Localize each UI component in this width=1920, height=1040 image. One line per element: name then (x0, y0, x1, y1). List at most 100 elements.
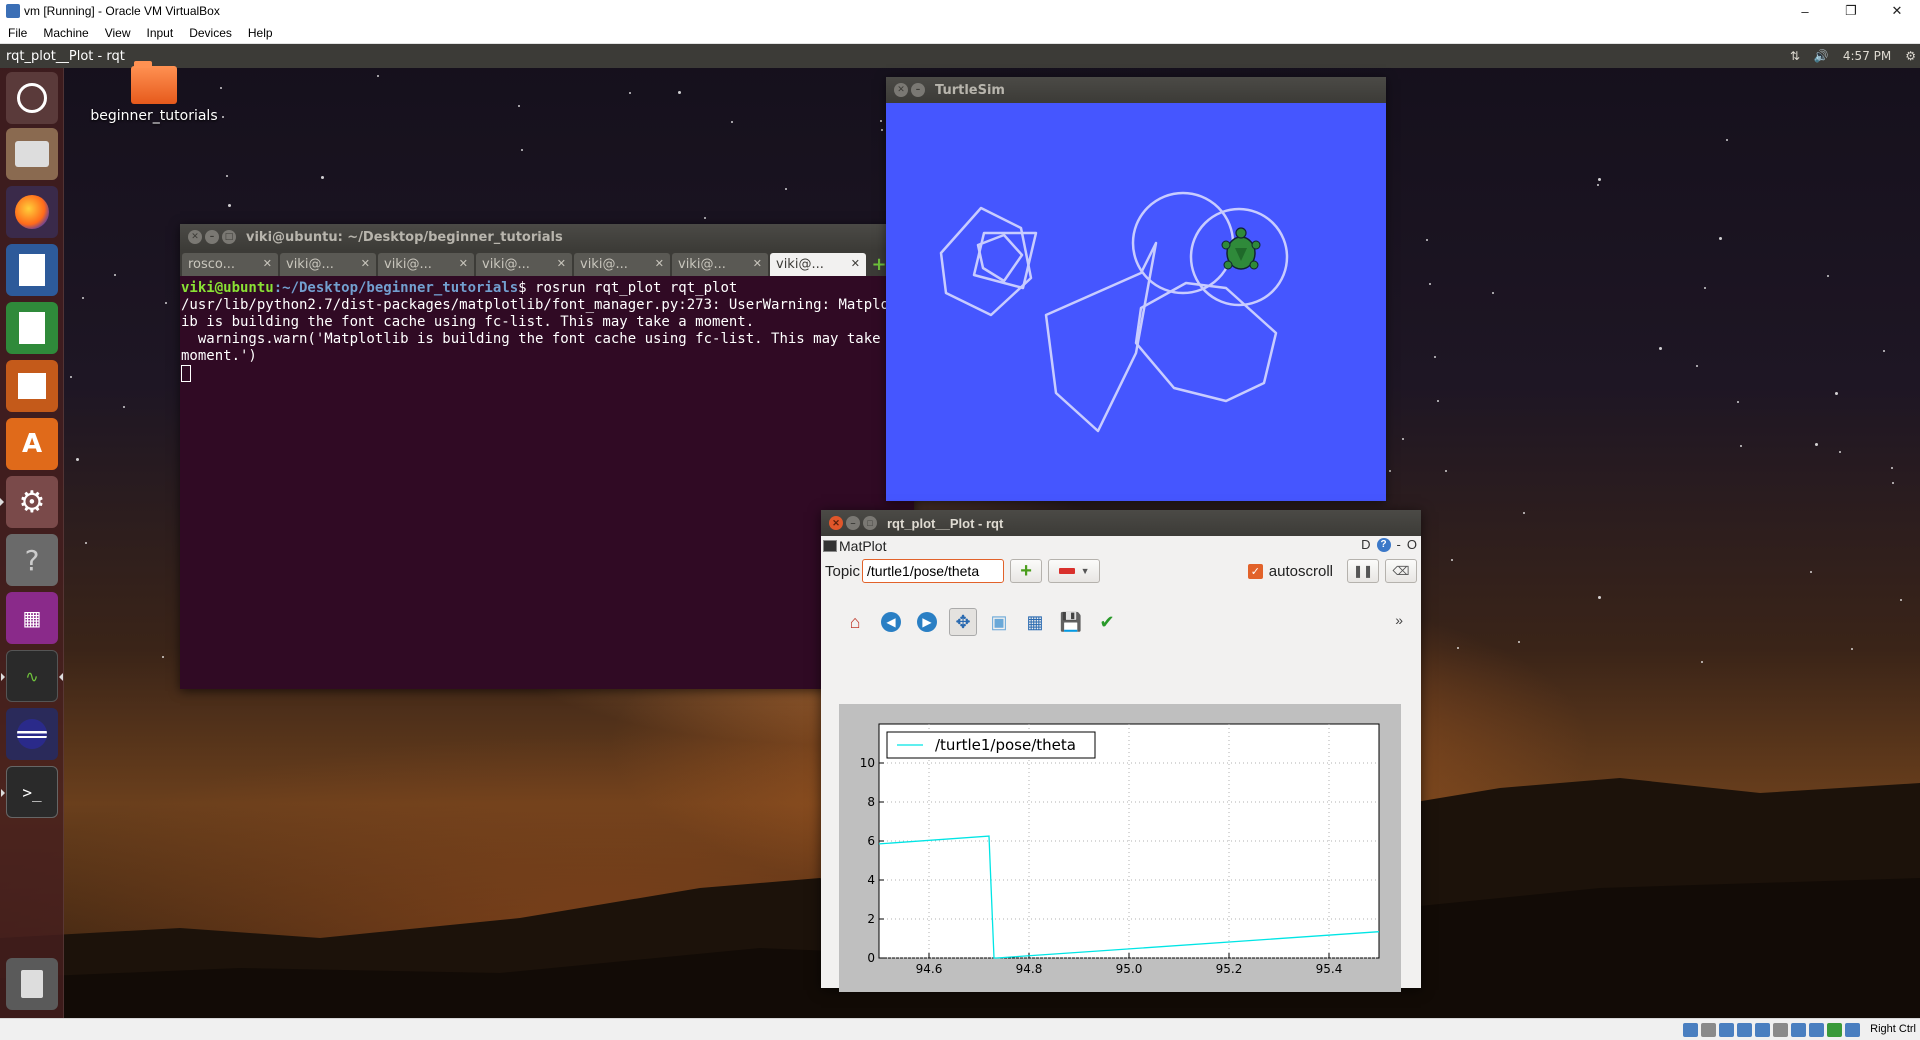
terminal-tab[interactable]: viki@... ✕ (378, 253, 474, 276)
star (1815, 443, 1818, 446)
desktop-folder-beginner-tutorials[interactable]: beginner_tutorials (86, 61, 222, 124)
workspace-switcher-icon[interactable]: ▦ (6, 592, 58, 644)
eclipse-icon[interactable] (6, 708, 58, 760)
star (1891, 467, 1893, 469)
keyboard-icon[interactable] (1845, 1023, 1860, 1037)
display-icon[interactable] (1791, 1023, 1806, 1037)
forward-icon[interactable]: ▶ (913, 608, 941, 636)
line-chart[interactable]: 0 2 4 6 8 10 94.6 94.8 95.0 95.2 95.4/turtle1/pose… (839, 704, 1401, 992)
subplots-icon[interactable]: ▦ (1021, 608, 1049, 636)
menu-machine[interactable]: Machine (35, 26, 96, 40)
maximize-icon[interactable]: □ (863, 516, 877, 530)
edit-curves-icon[interactable]: ✔ (1093, 608, 1121, 636)
prompt-user: viki@ubuntu (181, 280, 274, 296)
plot-area[interactable]: 0 2 4 6 8 10 94.6 94.8 95.0 95.2 95.4/turtle1/pose… (839, 704, 1401, 992)
maximize-icon[interactable]: □ (222, 230, 236, 244)
audio-icon[interactable] (1719, 1023, 1734, 1037)
menu-help[interactable]: Help (240, 26, 281, 40)
terminal-titlebar[interactable]: ✕ – □ viki@ubuntu: ~/Desktop/beginner_tu… (180, 224, 914, 250)
close-icon[interactable]: ✕ (557, 257, 566, 270)
terminal-tab[interactable]: viki@... ✕ (574, 253, 670, 276)
clock[interactable]: 4:57 PM (1843, 49, 1891, 63)
save-icon[interactable]: 💾 (1057, 608, 1085, 636)
star (1892, 482, 1894, 484)
optical-drive-icon[interactable] (1701, 1023, 1716, 1037)
back-icon[interactable]: ◀ (877, 608, 905, 636)
terminal-tab-active[interactable]: viki@... ✕ (770, 253, 866, 276)
usb-icon[interactable] (1755, 1023, 1770, 1037)
close-icon[interactable]: ✕ (851, 257, 860, 270)
close-plugin-button[interactable]: O (1407, 537, 1417, 552)
firefox-icon[interactable] (6, 186, 58, 238)
libreoffice-impress-icon[interactable] (6, 360, 58, 412)
trash-icon[interactable] (6, 958, 58, 1010)
desktop-folder-label: beginner_tutorials (90, 108, 218, 124)
close-icon[interactable]: ✕ (361, 257, 370, 270)
autoscroll-checkbox[interactable]: ✓ (1247, 563, 1263, 579)
help-icon[interactable]: ? (1376, 537, 1391, 552)
toolbar-more-icon[interactable]: » (1395, 612, 1403, 628)
terminal-tab-label: viki@... (482, 257, 530, 272)
menu-file[interactable]: File (0, 26, 35, 40)
close-icon[interactable]: ✕ (894, 83, 908, 97)
close-icon[interactable]: ✕ (829, 516, 843, 530)
terminal-tab[interactable]: viki@... ✕ (280, 253, 376, 276)
plugin-name: MatPlot (839, 538, 887, 554)
pause-button[interactable]: ❚❚ (1347, 559, 1379, 583)
star (1851, 648, 1853, 650)
remove-topic-button[interactable]: ▼ (1048, 559, 1101, 583)
hdd-icon[interactable] (1683, 1023, 1698, 1037)
network-icon[interactable] (1737, 1023, 1752, 1037)
terminal-title: viki@ubuntu: ~/Desktop/beginner_tutorial… (246, 229, 563, 245)
close-icon[interactable]: ✕ (188, 230, 202, 244)
terminal-tab[interactable]: rosco... ✕ (182, 253, 278, 276)
software-center-icon[interactable]: A (6, 418, 58, 470)
guest-screen: rqt_plot__Plot - rqt ⇅ 🔊 4:57 PM ⚙ A ⚙ ?… (0, 44, 1920, 1018)
turtlesim-titlebar[interactable]: ✕ – TurtleSim (886, 77, 1386, 103)
gear-icon[interactable]: ⚙ (1905, 49, 1916, 63)
close-icon[interactable]: ✕ (753, 257, 762, 270)
terminal-icon[interactable]: >_ (1, 766, 58, 818)
system-settings-icon[interactable]: ⚙ (0, 476, 58, 528)
minimize-plugin-button[interactable]: - (1397, 537, 1401, 552)
recording-icon[interactable] (1809, 1023, 1824, 1037)
ubuntu-dash-icon[interactable] (6, 72, 58, 124)
close-icon[interactable]: ✕ (459, 257, 468, 270)
minimize-icon[interactable]: – (846, 516, 860, 530)
system-monitor-icon[interactable]: ∿ (1, 650, 63, 702)
menu-view[interactable]: View (97, 26, 139, 40)
minimize-icon[interactable]: – (205, 230, 219, 244)
host-statusbar: Right Ctrl (0, 1018, 1920, 1040)
close-icon[interactable]: ✕ (655, 257, 664, 270)
menu-devices[interactable]: Devices (181, 26, 240, 40)
network-icon[interactable]: ⇅ (1790, 49, 1800, 63)
topic-input[interactable] (862, 559, 1005, 583)
clear-button[interactable]: ⌫ (1385, 559, 1417, 583)
files-icon[interactable] (6, 128, 58, 180)
menu-input[interactable]: Input (139, 26, 182, 40)
close-icon[interactable]: ✕ (1874, 0, 1920, 22)
libreoffice-calc-icon[interactable] (6, 302, 58, 354)
zoom-icon[interactable]: ▣ (985, 608, 1013, 636)
help-icon[interactable]: ? (6, 534, 58, 586)
terminal-cursor (181, 365, 191, 382)
shared-folders-icon[interactable] (1773, 1023, 1788, 1037)
terminal-output[interactable]: viki@ubuntu:~/Desktop/beginner_tutorials… (180, 276, 914, 386)
star (1457, 647, 1459, 649)
mouse-integration-icon[interactable] (1827, 1023, 1842, 1037)
pan-icon[interactable]: ✥ (949, 608, 977, 636)
close-icon[interactable]: ✕ (263, 257, 272, 270)
libreoffice-writer-icon[interactable] (6, 244, 58, 296)
autoscroll-label: autoscroll (1268, 562, 1333, 580)
minimize-icon[interactable]: – (911, 83, 925, 97)
terminal-tab[interactable]: viki@... ✕ (476, 253, 572, 276)
restore-icon[interactable]: ❐ (1828, 0, 1874, 22)
rqt-titlebar[interactable]: ✕ – □ rqt_plot__Plot - rqt (821, 510, 1421, 536)
add-topic-button[interactable]: + (1010, 559, 1043, 583)
y-tick-label: 4 (867, 873, 875, 887)
home-icon[interactable]: ⌂ (841, 608, 869, 636)
dock-button[interactable]: D (1361, 537, 1370, 552)
terminal-tab[interactable]: viki@... ✕ (672, 253, 768, 276)
volume-icon[interactable]: 🔊 (1814, 49, 1829, 63)
minimize-icon[interactable]: – (1782, 0, 1828, 22)
